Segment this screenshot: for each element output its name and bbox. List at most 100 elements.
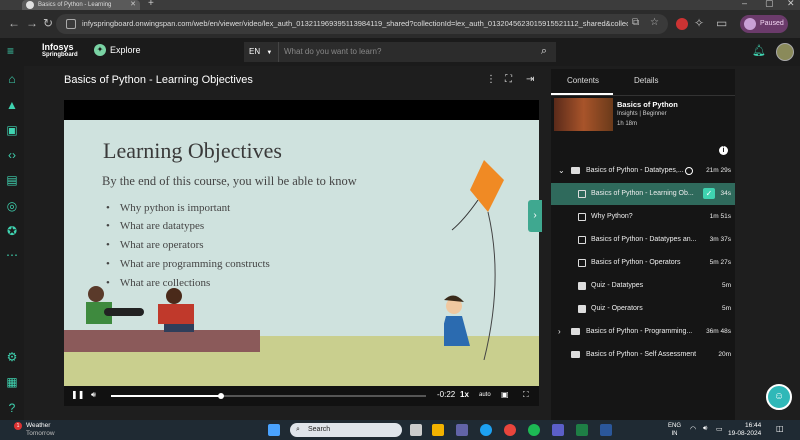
edge-icon[interactable]: [480, 424, 492, 436]
apps-grid-icon[interactable]: ▦: [5, 375, 19, 389]
folder-icon: [571, 167, 580, 174]
next-slide-arrow-icon[interactable]: ›: [528, 200, 542, 232]
file-explorer-icon[interactable]: [432, 424, 444, 436]
cast-icon[interactable]: ⧉: [632, 17, 639, 28]
more-icon[interactable]: ⋯: [5, 248, 19, 262]
settings-gear-icon[interactable]: ⚙: [5, 350, 19, 364]
left-nav-rail: ⌂ ▲ ▣ ‹› ▤ ◎ ✪ ⋯ ⚙ ▦ ?: [0, 66, 24, 420]
more-vertical-icon[interactable]: ⋮: [486, 74, 496, 85]
picture-in-picture-icon[interactable]: ▣: [501, 390, 509, 399]
maximize-icon[interactable]: ▢: [765, 0, 774, 9]
content-item[interactable]: Why Python? 1m 51s: [551, 206, 735, 228]
player-fullscreen-icon[interactable]: ⛶: [523, 390, 529, 400]
section-label: Basics of Python - Self Assessment: [586, 351, 697, 358]
new-tab-icon[interactable]: +: [148, 0, 154, 9]
item-duration: 5m: [721, 305, 731, 312]
weather-subtitle: Tomorrow: [26, 430, 55, 437]
tab-details[interactable]: Details: [634, 76, 658, 85]
search-icon: ⌕: [296, 426, 300, 433]
app-icon[interactable]: [552, 424, 564, 436]
back-icon[interactable]: ←: [8, 16, 20, 30]
browser-tab[interactable]: Basics of Python - Learning ✕: [22, 0, 140, 10]
address-bar[interactable]: infyspringboard.onwingspan.com/web/en/vi…: [56, 14, 668, 34]
url-text[interactable]: infyspringboard.onwingspan.com/web/en/vi…: [82, 14, 628, 34]
chrome-icon[interactable]: [504, 424, 516, 436]
window-close-icon[interactable]: ✕: [787, 0, 795, 9]
profile-paused-button[interactable]: Paused: [740, 15, 788, 33]
badge-icon[interactable]: ✪: [5, 224, 19, 238]
notification-bell-icon[interactable]: 🔔︎: [752, 44, 766, 57]
input-language: ENG: [668, 423, 682, 429]
course-meta: Insights | Beginner: [617, 111, 667, 117]
volume-icon[interactable]: 🔊︎: [91, 390, 96, 400]
collapse-panel-icon[interactable]: ⇥: [526, 74, 534, 85]
wifi-icon[interactable]: ◠: [690, 425, 696, 433]
content-item[interactable]: Quiz - Operators 5m: [551, 298, 735, 320]
extension-icon[interactable]: [676, 18, 688, 30]
progress-bar[interactable]: [111, 393, 426, 399]
section-row[interactable]: › Basics of Python - Programming... 36m …: [551, 321, 735, 343]
quality-button[interactable]: auto: [479, 392, 491, 398]
forward-icon[interactable]: →: [26, 16, 38, 30]
briefcase-icon[interactable]: ▣: [5, 123, 19, 137]
content-item[interactable]: Basics of Python - Operators 5m 27s: [551, 252, 735, 274]
taskbar-clock[interactable]: 16:44 19-08-2024: [728, 422, 761, 438]
excel-icon[interactable]: [576, 424, 588, 436]
info-icon[interactable]: i: [719, 146, 728, 155]
tab-title: Basics of Python - Learning: [38, 2, 112, 8]
weather-widget[interactable]: Weather Tomorrow: [26, 422, 55, 438]
windows-start-icon[interactable]: [268, 424, 280, 436]
video-frame[interactable]: Learning Objectives By the end of this c…: [64, 120, 539, 386]
navigation-icon[interactable]: ▲: [5, 98, 19, 112]
task-view-icon[interactable]: [410, 424, 422, 436]
section-row[interactable]: ⌄ Basics of Python - Datatypes,... 21m 2…: [551, 160, 735, 182]
home-icon[interactable]: ⌂: [5, 72, 19, 86]
content-item[interactable]: Basics of Python - Datatypes an... 3m 37…: [551, 229, 735, 251]
section-duration: 36m 48s: [706, 328, 731, 335]
playback-speed-button[interactable]: 1x: [460, 390, 469, 399]
input-region: IN: [671, 431, 678, 437]
teams-icon[interactable]: [456, 424, 468, 436]
battery-icon[interactable]: ▭: [716, 425, 723, 433]
menu-icon[interactable]: ≡: [7, 44, 14, 58]
pause-icon[interactable]: ❚❚: [71, 390, 84, 399]
item-duration: 1m 51s: [709, 213, 731, 220]
minimize-icon[interactable]: –: [742, 0, 747, 8]
content-item[interactable]: Quiz - Datatypes 5m: [551, 275, 735, 297]
girl-flying-kite-illustration: [444, 160, 504, 360]
tab-contents[interactable]: Contents: [567, 76, 599, 85]
slide-bullet: Why python is important: [106, 202, 230, 214]
system-tray-language[interactable]: ENG IN: [668, 422, 681, 438]
explore-button[interactable]: ✦ Explore: [94, 44, 141, 56]
speaker-icon[interactable]: 🔊︎: [703, 425, 707, 433]
site-info-icon[interactable]: [66, 19, 76, 29]
code-icon[interactable]: ‹›: [5, 148, 19, 162]
bookmark-star-icon[interactable]: ☆: [650, 17, 659, 28]
close-tab-icon[interactable]: ✕: [130, 0, 136, 10]
spotify-icon[interactable]: [528, 424, 540, 436]
profile-avatar-icon: [744, 18, 756, 30]
browser-tab-bar: Basics of Python - Learning ✕ + – ▢ ✕: [0, 0, 800, 10]
notification-center-icon[interactable]: ◫: [776, 424, 784, 433]
word-icon[interactable]: [600, 424, 612, 436]
extensions-puzzle-icon[interactable]: ✧: [694, 16, 704, 30]
chatbot-assistant-icon[interactable]: ☺: [766, 384, 792, 410]
progress-knob[interactable]: [218, 393, 225, 399]
video-item-icon: [578, 259, 586, 267]
user-avatar[interactable]: [776, 43, 794, 61]
course-thumbnail[interactable]: [554, 98, 613, 131]
help-icon[interactable]: ?: [5, 401, 19, 415]
search-input[interactable]: What do you want to learn? ⌕: [278, 42, 556, 62]
video-player[interactable]: Learning Objectives By the end of this c…: [64, 100, 539, 406]
section-row[interactable]: Basics of Python - Self Assessment 20m: [551, 344, 735, 366]
chat-icon[interactable]: ▤: [5, 173, 19, 187]
target-icon[interactable]: ◎: [5, 199, 19, 213]
content-item-current[interactable]: Basics of Python - Learning Ob... ✓ 34s: [551, 183, 735, 205]
fullscreen-icon[interactable]: ⛶: [505, 74, 512, 85]
sidepanel-icon[interactable]: ▭: [716, 16, 727, 30]
logo[interactable]: Infosys Springboard: [42, 43, 78, 59]
language-select[interactable]: EN ▼: [244, 42, 278, 62]
taskbar-search[interactable]: ⌕ Search: [290, 423, 402, 437]
search-icon[interactable]: ⌕: [541, 45, 547, 58]
reload-icon[interactable]: ↻: [43, 16, 53, 30]
